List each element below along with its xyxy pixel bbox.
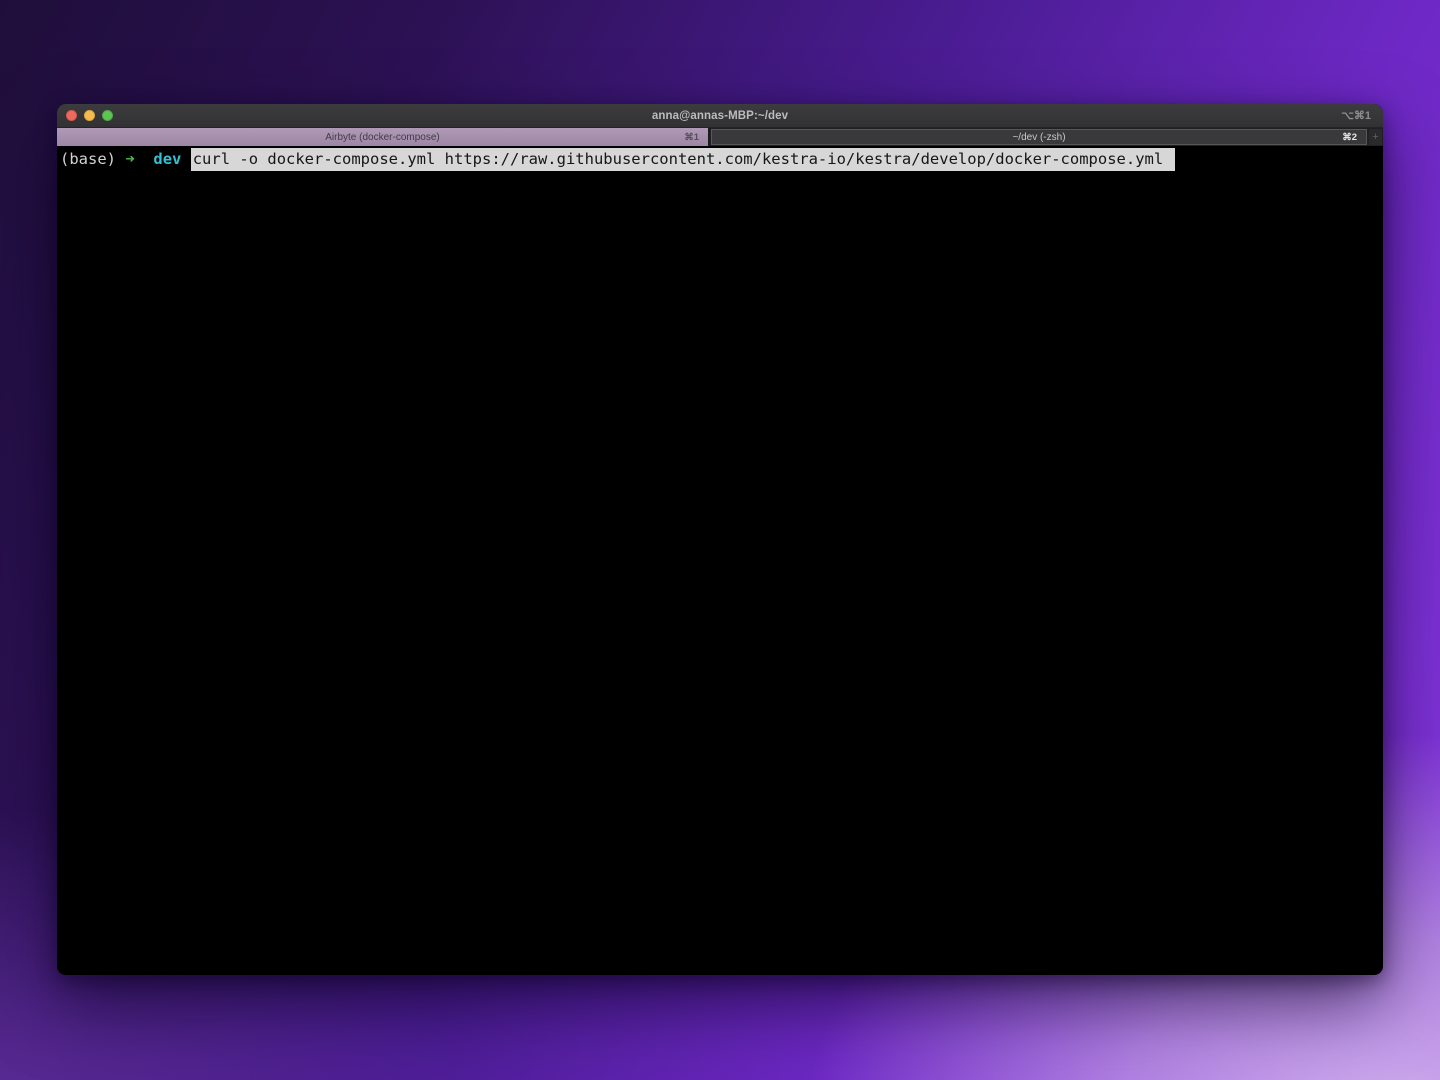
window-shortcut-label: ⌥⌘1	[1341, 104, 1371, 128]
conda-env-label: (base)	[60, 150, 116, 168]
desktop-background: anna@annas-MBP:~/dev ⌥⌘1 Airbyte (docker…	[0, 0, 1440, 1080]
tab-dev-zsh[interactable]: ~/dev (-zsh) ⌘2	[711, 129, 1367, 145]
tab-bar: Airbyte (docker-compose) ⌘1 ~/dev (-zsh)…	[57, 128, 1383, 146]
prompt-arrow: ➜	[125, 150, 134, 168]
traffic-lights	[57, 110, 113, 121]
window-title-bar[interactable]: anna@annas-MBP:~/dev ⌥⌘1	[57, 104, 1383, 128]
current-directory-label: dev	[153, 150, 181, 168]
window-title: anna@annas-MBP:~/dev	[57, 110, 1383, 122]
prompt-line: (base) ➜ dev curl -o docker-compose.yml …	[60, 148, 1383, 171]
tab-shortcut-badge: ⌘2	[1342, 132, 1357, 143]
terminal-window: anna@annas-MBP:~/dev ⌥⌘1 Airbyte (docker…	[57, 104, 1383, 975]
terminal-body[interactable]: (base) ➜ dev curl -o docker-compose.yml …	[57, 146, 1383, 974]
new-tab-button[interactable]: +	[1369, 129, 1382, 145]
tab-shortcut-badge: ⌘1	[684, 132, 699, 143]
zoom-button[interactable]	[102, 110, 113, 121]
close-button[interactable]	[66, 110, 77, 121]
tab-airbyte-docker-compose[interactable]: Airbyte (docker-compose) ⌘1	[57, 128, 710, 146]
selected-command-text: curl -o docker-compose.yml https://raw.g…	[191, 148, 1176, 171]
tab-label: ~/dev (-zsh)	[1012, 132, 1065, 143]
tab-label: Airbyte (docker-compose)	[325, 132, 439, 143]
minimize-button[interactable]	[84, 110, 95, 121]
